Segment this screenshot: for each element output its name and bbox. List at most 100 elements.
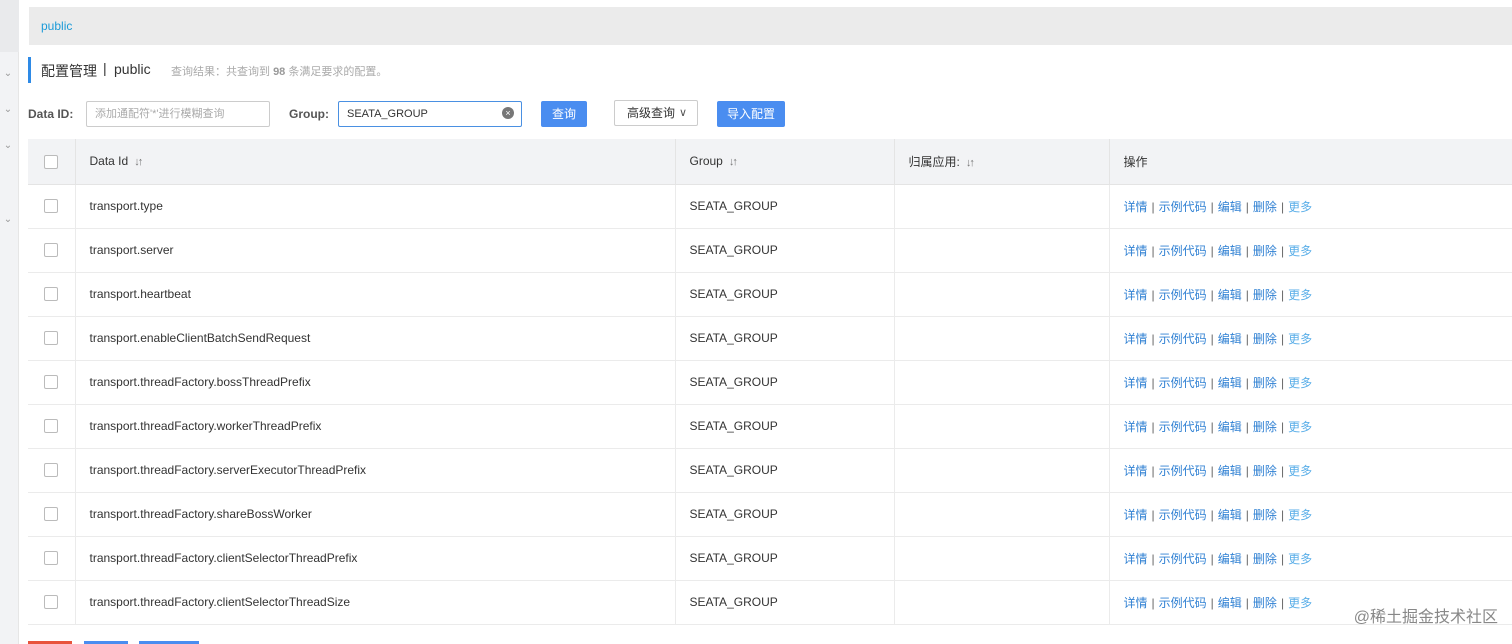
delete-link[interactable]: 删除 xyxy=(1253,288,1277,302)
row-checkbox[interactable] xyxy=(44,375,58,390)
app-cell xyxy=(893,404,1109,448)
sort-icon[interactable]: ↓↑ xyxy=(729,156,738,168)
sample-link[interactable]: 示例代码 xyxy=(1159,552,1207,566)
actions-cell: 详情 | 示例代码 | 编辑 | 删除 | 更多 xyxy=(1108,492,1512,536)
sort-icon[interactable]: ↓↑ xyxy=(966,157,975,169)
action-separator: | xyxy=(1280,375,1285,390)
edit-link[interactable]: 编辑 xyxy=(1218,200,1242,214)
select-all-checkbox[interactable] xyxy=(44,154,58,169)
more-link[interactable]: 更多 xyxy=(1288,244,1312,258)
sample-link[interactable]: 示例代码 xyxy=(1159,420,1207,434)
delete-link[interactable]: 删除 xyxy=(1253,552,1277,566)
row-checkbox[interactable] xyxy=(44,331,58,346)
action-separator: | xyxy=(1210,375,1214,390)
group-cell: SEATA_GROUP xyxy=(674,448,894,492)
chevron-down-icon[interactable]: ⌄ xyxy=(2,214,14,226)
sample-link[interactable]: 示例代码 xyxy=(1159,332,1207,346)
delete-link[interactable]: 删除 xyxy=(1253,596,1277,610)
actions-cell: 详情 | 示例代码 | 编辑 | 删除 | 更多 xyxy=(1108,536,1512,580)
chevron-down-icon[interactable]: ⌄ xyxy=(2,68,14,80)
row-checkbox[interactable] xyxy=(44,419,58,434)
group-cell: SEATA_GROUP xyxy=(674,492,894,536)
delete-link[interactable]: 删除 xyxy=(1253,464,1277,478)
action-separator: | xyxy=(1151,243,1155,258)
more-link[interactable]: 更多 xyxy=(1288,332,1312,346)
edit-link[interactable]: 编辑 xyxy=(1218,332,1242,346)
dataid-input[interactable] xyxy=(86,101,270,127)
row-checkbox[interactable] xyxy=(44,507,58,522)
clear-icon[interactable]: × xyxy=(502,107,514,119)
namespace-tab-public[interactable]: public xyxy=(41,19,72,33)
detail-link[interactable]: 详情 xyxy=(1124,552,1148,566)
detail-link[interactable]: 详情 xyxy=(1124,288,1148,302)
edit-link[interactable]: 编辑 xyxy=(1218,244,1242,258)
row-checkbox[interactable] xyxy=(44,595,58,610)
col-dataid[interactable]: Data Id ↓↑ xyxy=(74,139,675,185)
col-ops: 操作 xyxy=(1108,139,1512,185)
row-checkbox[interactable] xyxy=(44,243,58,258)
advanced-query-button[interactable]: 高级查询 ∨ xyxy=(614,100,698,126)
sample-link[interactable]: 示例代码 xyxy=(1159,596,1207,610)
action-separator: | xyxy=(1210,419,1214,434)
edit-link[interactable]: 编辑 xyxy=(1218,508,1242,522)
row-checkbox[interactable] xyxy=(44,463,58,478)
sample-link[interactable]: 示例代码 xyxy=(1159,376,1207,390)
edit-link[interactable]: 编辑 xyxy=(1218,552,1242,566)
detail-link[interactable]: 详情 xyxy=(1124,508,1148,522)
edit-link[interactable]: 编辑 xyxy=(1218,420,1242,434)
detail-link[interactable]: 详情 xyxy=(1124,596,1148,610)
col-group[interactable]: Group ↓↑ xyxy=(674,139,894,185)
sample-link[interactable]: 示例代码 xyxy=(1159,464,1207,478)
app-cell xyxy=(893,184,1109,228)
sample-link[interactable]: 示例代码 xyxy=(1159,508,1207,522)
import-config-button[interactable]: 导入配置 xyxy=(717,101,785,127)
row-checkbox[interactable] xyxy=(44,551,58,566)
more-link[interactable]: 更多 xyxy=(1288,596,1312,610)
sidebar-top xyxy=(0,0,19,52)
more-link[interactable]: 更多 xyxy=(1288,464,1312,478)
row-checkbox[interactable] xyxy=(44,199,58,214)
detail-link[interactable]: 详情 xyxy=(1124,420,1148,434)
more-link[interactable]: 更多 xyxy=(1288,420,1312,434)
more-link[interactable]: 更多 xyxy=(1288,200,1312,214)
more-link[interactable]: 更多 xyxy=(1288,288,1312,302)
edit-link[interactable]: 编辑 xyxy=(1218,288,1242,302)
edit-link[interactable]: 编辑 xyxy=(1218,376,1242,390)
delete-link[interactable]: 删除 xyxy=(1253,244,1277,258)
delete-link[interactable]: 删除 xyxy=(1253,376,1277,390)
chevron-down-icon[interactable]: ⌄ xyxy=(2,140,14,152)
app-cell xyxy=(893,492,1109,536)
detail-link[interactable]: 详情 xyxy=(1124,376,1148,390)
more-link[interactable]: 更多 xyxy=(1288,508,1312,522)
chevron-down-icon[interactable]: ⌄ xyxy=(2,104,14,116)
more-link[interactable]: 更多 xyxy=(1288,552,1312,566)
dataid-cell: transport.type xyxy=(74,184,675,228)
group-input[interactable] xyxy=(338,101,522,127)
delete-link[interactable]: 删除 xyxy=(1253,420,1277,434)
action-separator: | xyxy=(1151,551,1155,566)
group-cell: SEATA_GROUP xyxy=(674,316,894,360)
app-cell xyxy=(893,448,1109,492)
sample-link[interactable]: 示例代码 xyxy=(1159,244,1207,258)
row-checkbox[interactable] xyxy=(44,287,58,302)
table-row: transport.threadFactory.bossThreadPrefix… xyxy=(28,360,1512,404)
table-row: transport.type SEATA_GROUP 详情 | 示例代码 | 编辑 | 删除 | 更… xyxy=(28,184,1512,228)
col-app[interactable]: 归属应用: ↓↑ xyxy=(893,139,1109,185)
result-count: 98 xyxy=(273,66,286,78)
edit-link[interactable]: 编辑 xyxy=(1218,464,1242,478)
detail-link[interactable]: 详情 xyxy=(1124,464,1148,478)
detail-link[interactable]: 详情 xyxy=(1124,200,1148,214)
delete-link[interactable]: 删除 xyxy=(1253,200,1277,214)
sample-link[interactable]: 示例代码 xyxy=(1159,200,1207,214)
action-separator: | xyxy=(1210,595,1214,610)
detail-link[interactable]: 详情 xyxy=(1124,332,1148,346)
delete-link[interactable]: 删除 xyxy=(1253,508,1277,522)
delete-link[interactable]: 删除 xyxy=(1253,332,1277,346)
actions-cell: 详情 | 示例代码 | 编辑 | 删除 | 更多 xyxy=(1108,404,1512,448)
sort-icon[interactable]: ↓↑ xyxy=(134,156,143,168)
more-link[interactable]: 更多 xyxy=(1288,376,1312,390)
detail-link[interactable]: 详情 xyxy=(1124,244,1148,258)
sample-link[interactable]: 示例代码 xyxy=(1159,288,1207,302)
edit-link[interactable]: 编辑 xyxy=(1218,596,1242,610)
query-button[interactable]: 查询 xyxy=(541,101,587,127)
